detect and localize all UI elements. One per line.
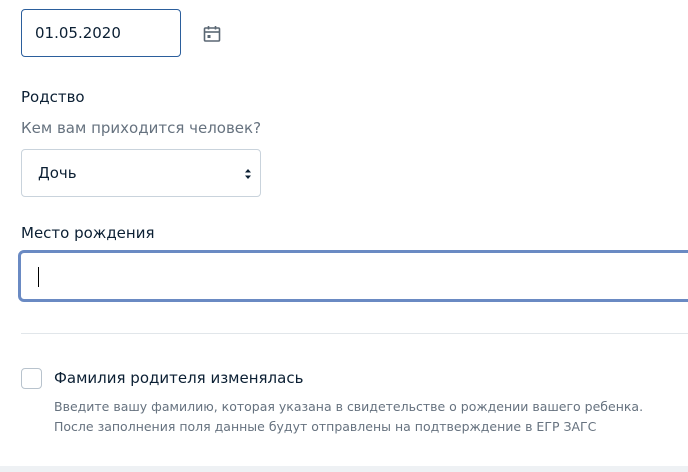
relation-select-value: Дочь — [38, 164, 77, 182]
relation-label: Родство — [21, 88, 85, 106]
birth-place-input[interactable] — [18, 250, 688, 302]
date-input[interactable]: 01.05.2020 — [21, 9, 181, 57]
text-caret — [38, 267, 39, 287]
help-line-1: Введите вашу фамилию, которая указана в … — [54, 399, 644, 414]
divider — [21, 333, 688, 334]
parent-surname-changed-checkbox[interactable] — [21, 368, 42, 389]
relation-select[interactable]: Дочь — [21, 149, 261, 197]
bottom-strip — [0, 466, 688, 472]
select-arrows-icon — [245, 169, 251, 179]
parent-surname-changed-label[interactable]: Фамилия родителя изменялась — [54, 369, 303, 387]
help-line-2: После заполнения поля данные будут отпра… — [54, 419, 597, 434]
birth-place-label: Место рождения — [21, 224, 155, 242]
parent-surname-help: Введите вашу фамилию, которая указана в … — [54, 397, 688, 437]
calendar-icon[interactable] — [202, 24, 222, 44]
relation-hint: Кем вам приходится человек? — [21, 119, 262, 137]
